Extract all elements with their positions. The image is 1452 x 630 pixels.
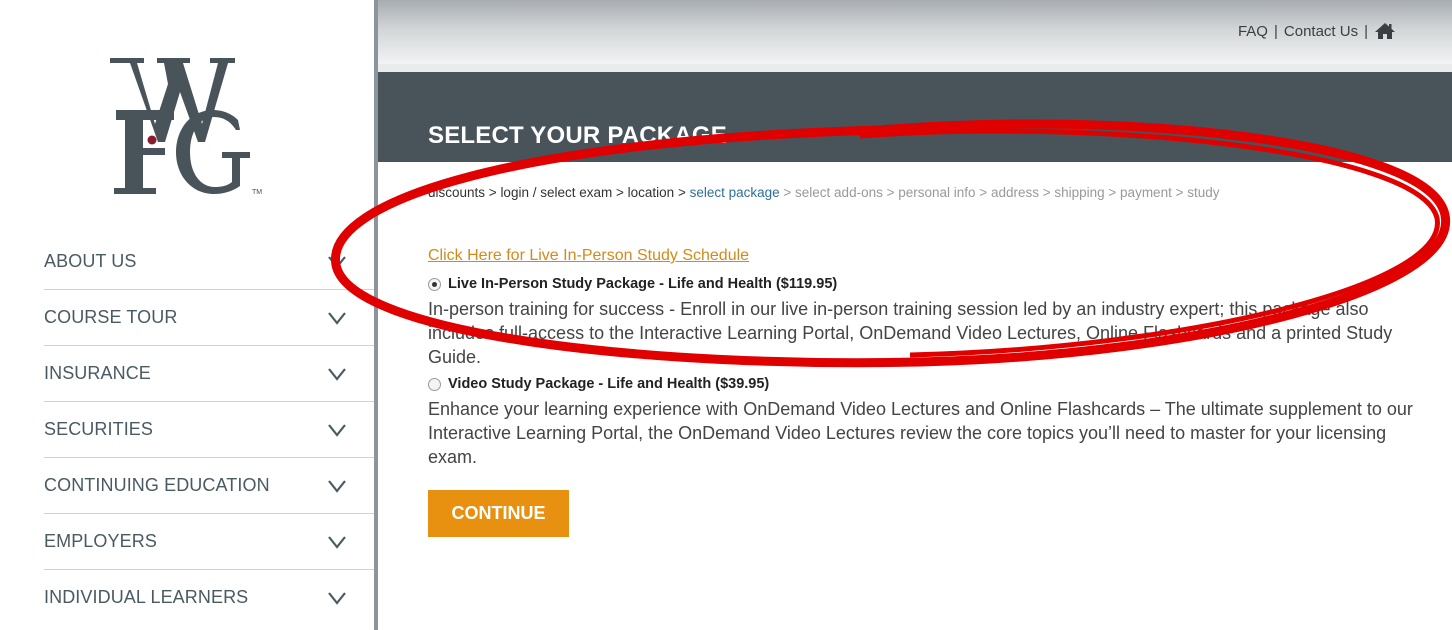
breadcrumb-separator: >: [779, 185, 796, 200]
breadcrumb-separator: >: [1171, 185, 1188, 200]
sidebar: TM ABOUT US COURSE TOUR INSURANCE SECURI…: [0, 0, 374, 630]
breadcrumb-step[interactable]: discounts: [428, 185, 485, 200]
sidebar-item-insurance[interactable]: INSURANCE: [44, 346, 374, 402]
trademark-mark: TM: [252, 189, 262, 196]
breadcrumb-separator: >: [975, 185, 991, 200]
package-title: Live In-Person Study Package - Life and …: [448, 276, 838, 292]
logo-accent-dot: [147, 135, 157, 145]
sidebar-item-continuing-education[interactable]: CONTINUING EDUCATION: [44, 458, 374, 514]
top-link-separator: |: [1364, 22, 1368, 40]
package-description: In-person training for success - Enroll …: [428, 299, 1393, 367]
top-links: FAQ | Contact Us |: [1238, 22, 1396, 40]
chevron-down-icon[interactable]: [327, 311, 347, 325]
sidebar-item-label: INDIVIDUAL LEARNERS: [44, 587, 249, 607]
breadcrumb-step: address: [990, 185, 1039, 200]
breadcrumb-separator: >: [1104, 185, 1121, 200]
breadcrumb-separator: >: [485, 185, 501, 200]
breadcrumb-separator: >: [882, 185, 899, 200]
package-title: Video Study Package - Life and Health ($…: [448, 376, 770, 392]
breadcrumb-step: personal info: [898, 185, 976, 200]
package-radio-live[interactable]: [428, 277, 441, 291]
continue-button[interactable]: CONTINUE: [428, 490, 569, 537]
breadcrumb-step: shipping: [1054, 185, 1105, 200]
breadcrumb-separator: >: [674, 185, 690, 200]
breadcrumb: discounts > login / select exam > locati…: [428, 185, 1220, 200]
top-link-separator: |: [1273, 22, 1278, 40]
top-bar-strip: [378, 64, 1452, 72]
chevron-down-icon[interactable]: [327, 591, 347, 605]
breadcrumb-step: select add-ons: [795, 185, 883, 200]
sidebar-item-about-us[interactable]: ABOUT US: [44, 234, 374, 290]
sidebar-item-securities[interactable]: SECURITIES: [44, 402, 374, 458]
top-bar: FAQ | Contact Us |: [378, 0, 1452, 64]
chevron-down-icon[interactable]: [327, 479, 347, 493]
home-icon[interactable]: [1374, 22, 1396, 40]
wfg-logo[interactable]: TM: [110, 50, 270, 200]
sidebar-item-label: EMPLOYERS: [44, 531, 157, 551]
sidebar-item-label: ABOUT US: [44, 251, 137, 271]
package-description: Enhance your learning experience with On…: [428, 399, 1413, 467]
package-option-live[interactable]: Live In-Person Study Package - Life and …: [428, 272, 1413, 369]
sidebar-item-employers[interactable]: EMPLOYERS: [44, 514, 374, 570]
sidebar-item-label: INSURANCE: [44, 363, 151, 383]
chevron-down-icon[interactable]: [327, 367, 347, 381]
sidebar-item-course-tour[interactable]: COURSE TOUR: [44, 290, 374, 346]
breadcrumb-separator: >: [1038, 185, 1055, 200]
chevron-down-icon[interactable]: [327, 255, 347, 269]
chevron-down-icon[interactable]: [327, 535, 347, 549]
breadcrumb-step: payment: [1120, 185, 1172, 200]
breadcrumb-step[interactable]: select package: [690, 185, 780, 200]
faq-link[interactable]: FAQ: [1238, 23, 1268, 40]
breadcrumb-separator: >: [612, 185, 628, 200]
sidebar-nav: ABOUT US COURSE TOUR INSURANCE SECURITIE…: [44, 234, 374, 625]
header-band: SELECT YOUR PACKAGE: [378, 72, 1452, 162]
package-option-video[interactable]: Video Study Package - Life and Health ($…: [428, 372, 1413, 469]
page-title: SELECT YOUR PACKAGE: [428, 122, 727, 149]
breadcrumb-step[interactable]: location: [628, 185, 675, 200]
sidebar-item-label: SECURITIES: [44, 419, 154, 439]
study-schedule-link[interactable]: Click Here for Live In-Person Study Sche…: [428, 247, 749, 265]
sidebar-item-label: CONTINUING EDUCATION: [44, 475, 270, 495]
sidebar-item-label: COURSE TOUR: [44, 307, 178, 327]
sidebar-item-individual-learners[interactable]: INDIVIDUAL LEARNERS: [44, 570, 374, 625]
package-radio-video[interactable]: [428, 377, 441, 391]
contact-us-link[interactable]: Contact Us: [1284, 23, 1358, 40]
chevron-down-icon[interactable]: [327, 423, 347, 437]
breadcrumb-step: study: [1187, 185, 1220, 200]
breadcrumb-step[interactable]: login / select exam: [500, 185, 612, 200]
